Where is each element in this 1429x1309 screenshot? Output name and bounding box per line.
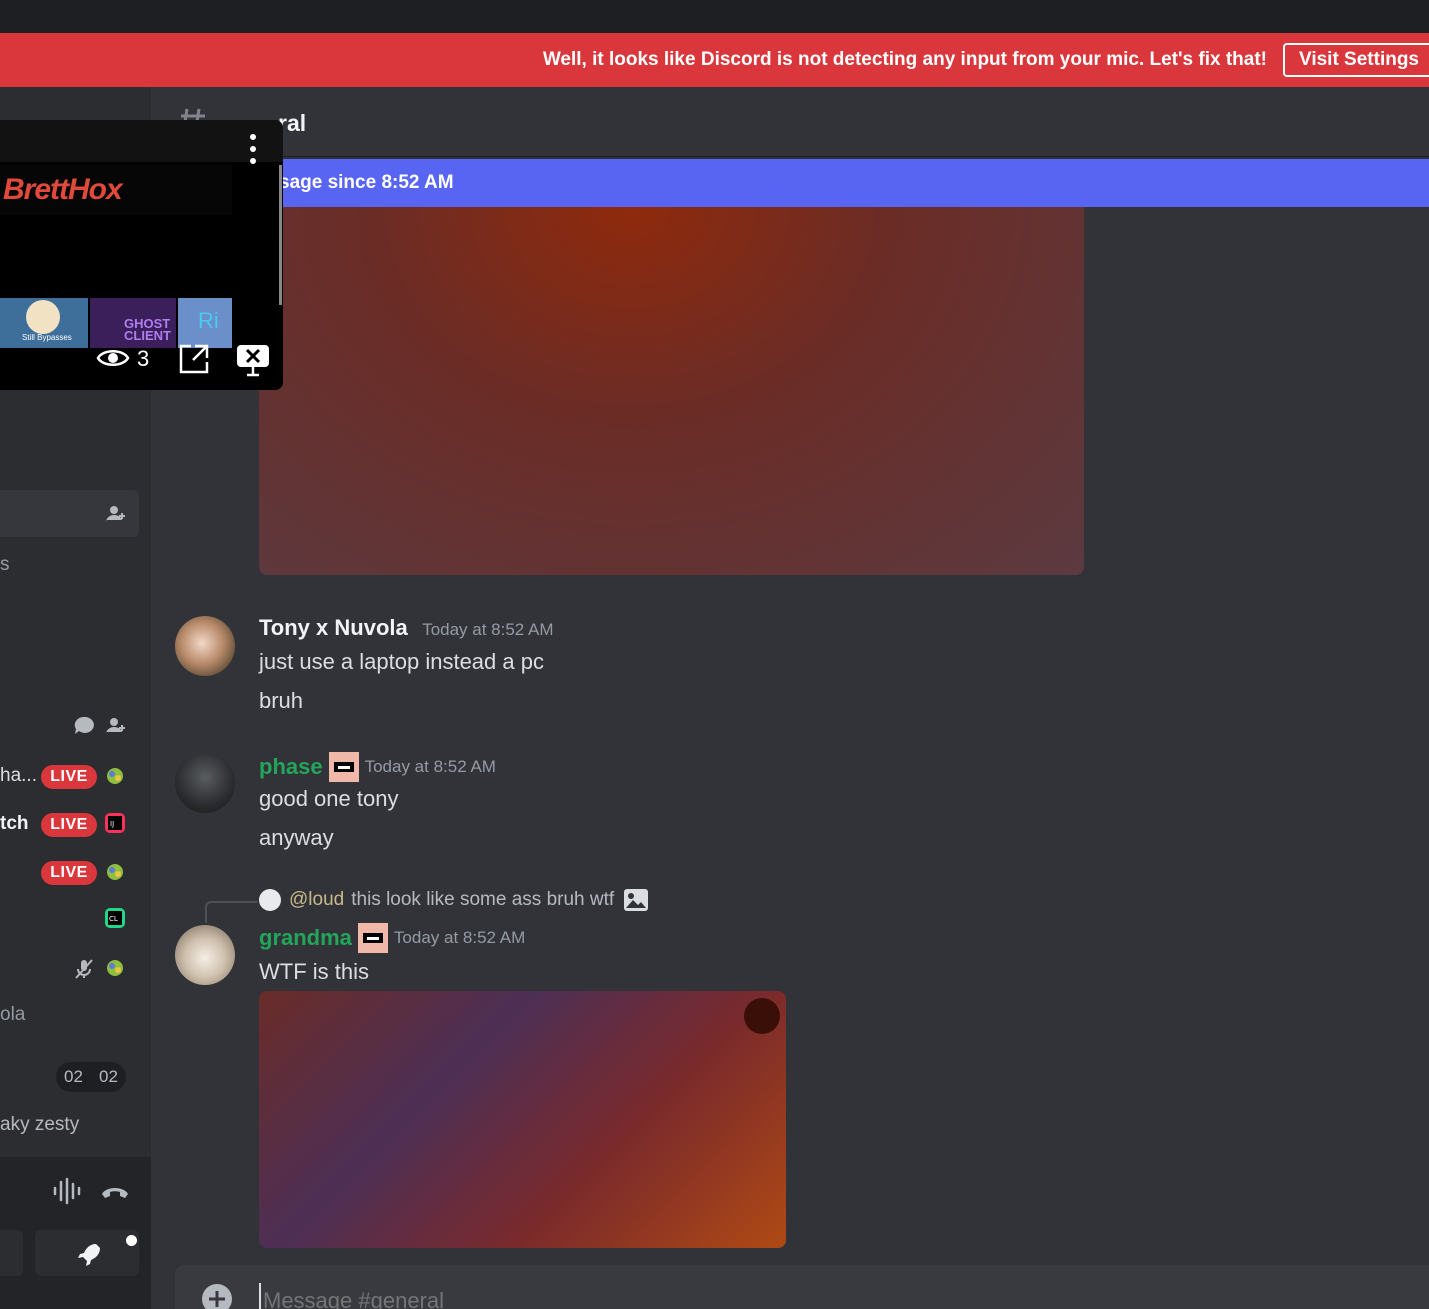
thumb-caption: GHOST CLIENT — [124, 316, 171, 343]
avatar[interactable] — [175, 925, 235, 985]
timestamp: Today at 8:52 AM — [393, 928, 526, 947]
add-member-icon[interactable] — [105, 503, 127, 530]
message-text: bruh — [259, 688, 304, 713]
voice-member-row[interactable]: tch LIVE IJ — [0, 807, 139, 843]
live-badge: LIVE — [41, 765, 97, 789]
image-icon — [623, 888, 649, 912]
time-right: 02 — [99, 1067, 118, 1086]
mic-warning-text: Well, it looks like Discord is not detec… — [542, 49, 1267, 70]
viewers-eye-icon — [96, 344, 130, 377]
stream-thumb: Ri — [178, 298, 232, 348]
pig-badge-icon — [328, 752, 359, 782]
voice-member-name[interactable]: ola — [0, 1004, 25, 1026]
soundboard-icon[interactable] — [52, 1177, 82, 1210]
reply-avatar — [259, 889, 281, 911]
stream-scrollbar[interactable] — [279, 165, 282, 305]
timestamp: Today at 8:52 AM — [364, 757, 496, 776]
message-text: good one tony — [259, 786, 399, 811]
stream-logo-banner: BrettHox — [0, 165, 232, 215]
voice-panel — [0, 1157, 151, 1309]
stream-logo-text: BrettHox — [3, 173, 123, 206]
chat-area: ral sage since 8:52 AM Tony x Nuvola Tod… — [151, 87, 1429, 1309]
stream-thumb: Still Bypasses — [0, 298, 88, 348]
spoiler-dot — [744, 998, 780, 1034]
voice-member-row[interactable]: CL — [0, 903, 139, 939]
disconnect-icon[interactable] — [100, 1181, 130, 1206]
voice-action-button[interactable] — [0, 1230, 23, 1276]
new-messages-text: sage since 8:52 AM — [279, 172, 454, 193]
controller-icon — [105, 766, 125, 791]
message-input[interactable] — [259, 1283, 1415, 1309]
more-options-icon[interactable] — [247, 132, 259, 171]
add-attachment-icon[interactable] — [201, 1283, 233, 1309]
new-messages-bar[interactable]: sage since 8:52 AM — [151, 159, 1429, 207]
thumb-caption: Still Bypasses — [22, 333, 72, 342]
live-badge: LIVE — [41, 861, 97, 885]
time-left: 02 — [64, 1067, 83, 1086]
notification-dot — [126, 1235, 137, 1246]
reply-text: this look like some ass bruh wtf — [351, 889, 615, 910]
pig-badge-icon — [357, 923, 388, 953]
rocket-icon — [75, 1241, 101, 1272]
voice-member-row[interactable]: LIVE — [0, 855, 139, 891]
username[interactable]: phase — [259, 754, 323, 780]
svg-text:IJ: IJ — [110, 820, 114, 828]
stop-watching-icon[interactable] — [236, 344, 270, 383]
clion-icon: CL — [104, 907, 126, 934]
message-text: anyway — [259, 825, 334, 850]
voice-member-name: ha... — [0, 765, 37, 786]
username[interactable]: grandma — [259, 925, 352, 951]
window-titlebar — [0, 0, 1429, 33]
voice-member-row[interactable]: ha... LIVE — [0, 759, 139, 795]
message-composer — [175, 1265, 1429, 1309]
avatar[interactable] — [175, 753, 235, 813]
viewer-count: 3 — [137, 346, 150, 371]
sidebar-partial-label: s — [0, 554, 10, 575]
chat-bubble-icon[interactable] — [73, 715, 95, 742]
stream-popout[interactable]: BrettHox Still Bypasses GHOST CLIENT Ri … — [0, 120, 283, 390]
username[interactable]: Tony x Nuvola — [259, 615, 408, 640]
activity-text: aky zesty — [0, 1114, 80, 1135]
voice-member-name: tch — [0, 813, 29, 834]
stream-thumb: GHOST CLIENT — [90, 298, 176, 348]
controller-icon — [105, 958, 125, 983]
message-text: WTF is this — [259, 959, 369, 984]
svg-text:CL: CL — [109, 915, 118, 923]
add-member-icon-2[interactable] — [105, 715, 127, 742]
timestamp: Today at 8:52 AM — [422, 620, 554, 639]
clown-icon — [26, 300, 60, 334]
avatar[interactable] — [175, 616, 235, 676]
reply-connector — [205, 901, 257, 923]
popout-window-icon[interactable] — [177, 342, 211, 381]
image-attachment[interactable] — [259, 991, 786, 1248]
channel-header: ral — [151, 87, 1429, 157]
muted-mic-icon — [73, 958, 95, 985]
activity-launch-button[interactable] — [35, 1230, 139, 1276]
reply-mention[interactable]: @loud — [289, 889, 344, 911]
invite-row[interactable] — [0, 490, 139, 537]
intellij-icon: IJ — [104, 812, 126, 839]
message-text: just use a laptop instead a pc — [259, 649, 544, 674]
visit-settings-button[interactable]: Visit Settings — [1282, 43, 1429, 77]
live-badge: LIVE — [41, 813, 97, 837]
controller-icon — [105, 862, 125, 887]
reply-preview[interactable]: @loud this look like some ass bruh wtf — [259, 888, 649, 912]
mic-warning-banner: Well, it looks like Discord is not detec… — [0, 33, 1429, 87]
elapsed-time-badge: 02 02 — [56, 1062, 126, 1092]
thumb-caption: Ri — [198, 308, 219, 333]
voice-member-row[interactable] — [0, 951, 139, 987]
image-attachment[interactable] — [259, 207, 1084, 575]
